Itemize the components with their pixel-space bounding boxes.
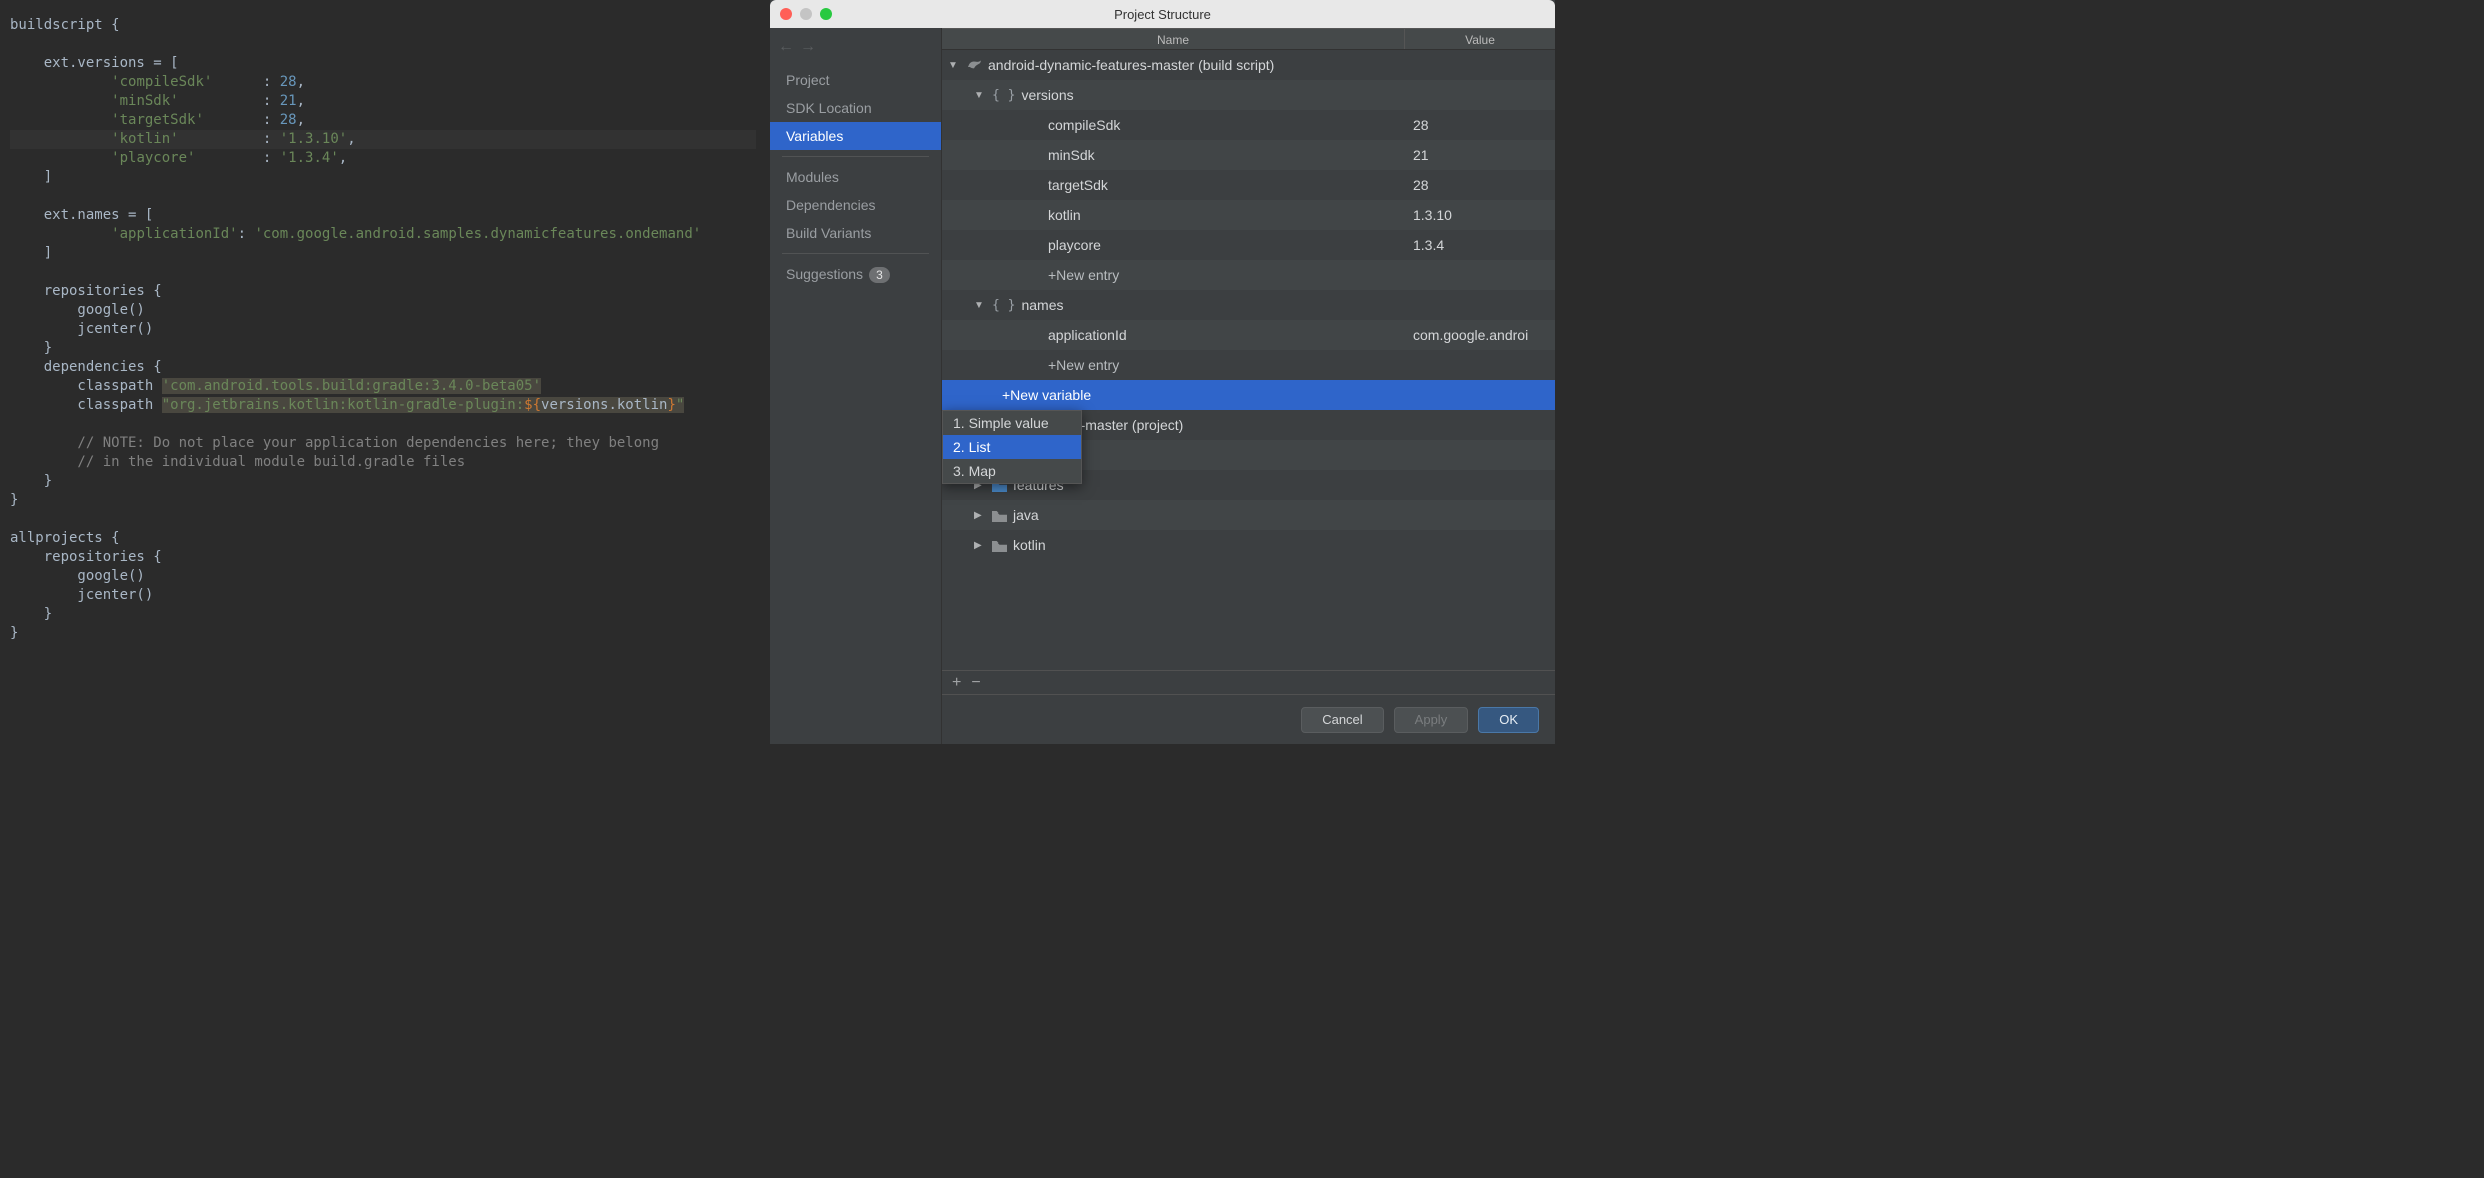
tree-row[interactable]: ▼ android-dynamic-features-master (build … — [942, 50, 1555, 80]
row-label: compileSdk — [1048, 117, 1120, 133]
tree-row[interactable]: playcore 1.3.4 — [942, 230, 1555, 260]
tree-row[interactable]: applicationId com.google.androi — [942, 320, 1555, 350]
tree-action[interactable]: +New entry — [942, 350, 1555, 380]
row-value[interactable]: 28 — [1405, 117, 1555, 133]
tree-row[interactable]: ▼ { } names — [942, 290, 1555, 320]
sidebar-item-dependencies[interactable]: Dependencies — [770, 191, 941, 219]
variables-tree[interactable]: ▼ android-dynamic-features-master (build … — [942, 50, 1555, 670]
column-header-value[interactable]: Value — [1405, 29, 1555, 49]
ok-button[interactable]: OK — [1478, 707, 1539, 733]
code-editor[interactable]: buildscript { ext.versions = [ 'compileS… — [0, 0, 770, 744]
apply-button[interactable]: Apply — [1394, 707, 1469, 733]
row-value[interactable]: 21 — [1405, 147, 1555, 163]
cancel-button[interactable]: Cancel — [1301, 707, 1383, 733]
nav-forward-icon[interactable]: → — [800, 38, 816, 56]
tree-row[interactable]: ▼ { } versions — [942, 80, 1555, 110]
dialog-sidebar: ← → ProjectSDK LocationVariables ModulesD… — [770, 28, 942, 744]
tree-row[interactable]: targetSdk 28 — [942, 170, 1555, 200]
tree-action[interactable]: +New entry — [942, 260, 1555, 290]
nav-back-icon[interactable]: ← — [778, 38, 794, 56]
row-label: kotlin — [1013, 537, 1046, 553]
row-label: minSdk — [1048, 147, 1095, 163]
popup-item[interactable]: 1. Simple value — [943, 411, 1081, 435]
sidebar-item-project[interactable]: Project — [770, 66, 941, 94]
column-header-name[interactable]: Name — [942, 29, 1405, 49]
row-label: kotlin — [1048, 207, 1081, 223]
row-value[interactable]: 1.3.4 — [1405, 237, 1555, 253]
row-label: +New variable — [1002, 387, 1091, 403]
popup-item[interactable]: 2. List — [943, 435, 1081, 459]
row-value[interactable]: 1.3.10 — [1405, 207, 1555, 223]
folder-icon — [992, 539, 1007, 551]
sidebar-item-sdk-location[interactable]: SDK Location — [770, 94, 941, 122]
tree-row[interactable]: kotlin 1.3.10 — [942, 200, 1555, 230]
suggestions-badge: 3 — [869, 267, 890, 283]
add-icon[interactable]: + — [952, 674, 961, 692]
popup-item[interactable]: 3. Map — [943, 459, 1081, 483]
braces-icon: { } — [992, 88, 1015, 103]
remove-icon[interactable]: − — [971, 674, 980, 692]
row-label: +New entry — [1048, 267, 1119, 283]
row-value[interactable]: com.google.androi — [1405, 327, 1555, 343]
tree-row[interactable]: minSdk 21 — [942, 140, 1555, 170]
sidebar-item-variables[interactable]: Variables — [770, 122, 941, 150]
disclosure-right-icon[interactable]: ▶ — [974, 540, 986, 551]
row-label: names — [1021, 297, 1063, 313]
sidebar-item-modules[interactable]: Modules — [770, 163, 941, 191]
gradle-icon — [966, 59, 982, 71]
row-label: playcore — [1048, 237, 1101, 253]
tree-toolbar: + − — [942, 670, 1555, 694]
disclosure-down-icon[interactable]: ▼ — [974, 300, 986, 311]
tree-row[interactable]: ▶ kotlin — [942, 530, 1555, 560]
tree-row[interactable]: ▶ java — [942, 500, 1555, 530]
row-label: java — [1013, 507, 1039, 523]
braces-icon: { } — [992, 298, 1015, 313]
tree-row[interactable]: compileSdk 28 — [942, 110, 1555, 140]
row-value[interactable]: 28 — [1405, 177, 1555, 193]
folder-icon — [992, 509, 1007, 521]
new-variable-popup: 1. Simple value2. List3. Map — [942, 410, 1082, 484]
sidebar-item-build-variants[interactable]: Build Variants — [770, 219, 941, 247]
disclosure-down-icon[interactable]: ▼ — [948, 60, 960, 71]
disclosure-down-icon[interactable]: ▼ — [974, 90, 986, 101]
row-label: targetSdk — [1048, 177, 1108, 193]
disclosure-right-icon[interactable]: ▶ — [974, 510, 986, 521]
project-structure-dialog: Project Structure ← → ProjectSDK Locatio… — [770, 0, 1555, 744]
row-label: android-dynamic-features-master (build s… — [988, 57, 1274, 73]
row-label: applicationId — [1048, 327, 1127, 343]
row-label: +New entry — [1048, 357, 1119, 373]
dialog-title: Project Structure — [770, 7, 1555, 22]
dialog-titlebar: Project Structure — [770, 0, 1555, 28]
tree-action[interactable]: +New variable — [942, 380, 1555, 410]
sidebar-item-suggestions[interactable]: Suggestions3 — [770, 260, 941, 289]
row-label: versions — [1021, 87, 1073, 103]
